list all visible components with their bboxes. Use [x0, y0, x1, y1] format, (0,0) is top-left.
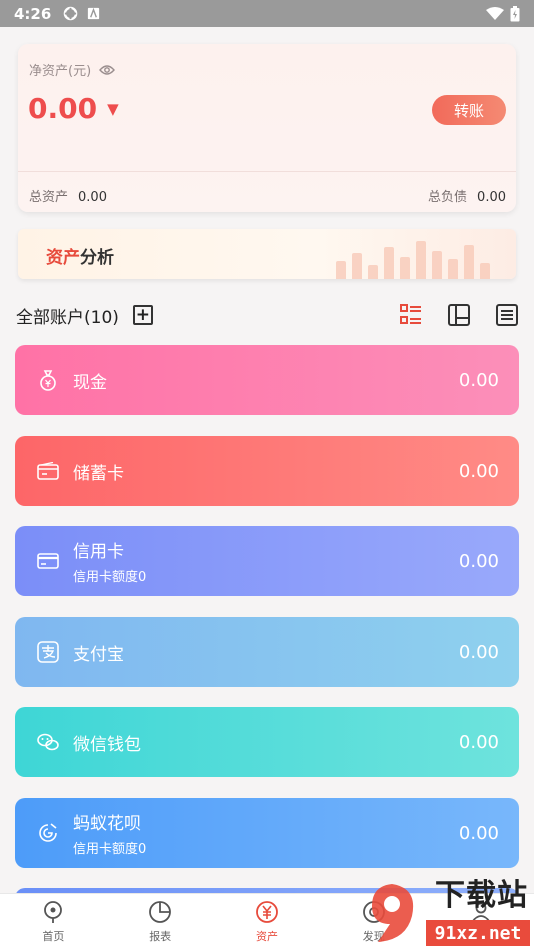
net-assets-label: 净资产(元) [29, 64, 92, 79]
account-names: 信用卡 信用卡额度0 [73, 537, 146, 585]
detail-view-icon[interactable] [496, 304, 518, 326]
yuan-icon [256, 901, 278, 923]
account-amount: 0.00 [458, 460, 499, 482]
nav-assets[interactable]: 资产 [214, 894, 321, 950]
watermark-url: 91xz.net [426, 920, 530, 946]
keyboard-status-icon [88, 7, 100, 20]
money-bag-icon [37, 369, 59, 391]
watermark-text: 下载站 [435, 878, 528, 913]
account-card-credit[interactable]: 信用卡 信用卡额度0 0.00 [15, 526, 519, 596]
account-name: 现金 [73, 372, 107, 393]
list-view-icon[interactable] [400, 304, 422, 326]
account-names: 蚂蚁花呗 信用卡额度0 [73, 809, 146, 857]
net-assets-value-row: 0.00 ▼ [28, 92, 119, 125]
assets-screen: 净资产(元) 0.00 ▼ 转账 总资产 0.00 总负债 0.00 资产分析 全部… [0, 27, 534, 950]
pie-chart-icon [149, 901, 172, 923]
site-watermark: 下载站 91xz.net [354, 878, 534, 950]
wifi-icon [486, 6, 504, 20]
card-view-icon[interactable] [448, 304, 470, 326]
account-card-huabei[interactable]: 蚂蚁花呗 信用卡额度0 0.00 [15, 798, 519, 868]
credit-card-icon [37, 550, 59, 572]
status-time: 4:26 [14, 4, 52, 23]
nav-reports-label: 报表 [149, 930, 172, 943]
account-name: 信用卡 [73, 542, 124, 562]
account-card-debit[interactable]: 储蓄卡 0.00 [15, 436, 519, 506]
account-card-cash[interactable]: 现金 0.00 [15, 345, 519, 415]
total-assets-value: 0.00 [78, 190, 107, 205]
transfer-button[interactable]: 转账 [432, 95, 506, 125]
total-debt-value: 0.00 [477, 190, 506, 205]
account-amount: 0.00 [458, 369, 499, 391]
nav-assets-label: 资产 [255, 930, 278, 943]
battery-icon [510, 5, 520, 21]
account-credit-limit: 信用卡额度0 [73, 570, 147, 585]
account-name: 储蓄卡 [73, 463, 124, 484]
wallet-card-icon [37, 460, 59, 482]
account-amount: 0.00 [458, 641, 499, 663]
account-card-alipay[interactable]: 支付宝 0.00 [15, 617, 519, 687]
account-names: 微信钱包 [73, 730, 141, 755]
nav-reports[interactable]: 报表 [107, 894, 214, 950]
account-name: 蚂蚁花呗 [73, 814, 141, 834]
account-name: 支付宝 [73, 644, 124, 665]
accounts-header: 全部账户(10) + [16, 301, 518, 329]
home-icon [44, 901, 63, 923]
total-debt: 总负债 0.00 [428, 186, 506, 205]
eye-icon[interactable] [99, 64, 116, 76]
banner-label-analysis: 分析 [80, 248, 114, 268]
alipay-icon [37, 641, 59, 663]
banner-label: 资产分析 [46, 243, 114, 268]
total-debt-label: 总负债 [428, 190, 468, 205]
dropdown-triangle-icon[interactable]: ▼ [107, 100, 119, 118]
huabei-icon [37, 822, 59, 844]
view-mode-switcher [400, 304, 518, 326]
banner-label-assets: 资产 [46, 248, 80, 268]
account-names: 现金 [73, 368, 107, 393]
account-names: 储蓄卡 [73, 459, 124, 484]
account-amount: 0.00 [458, 550, 499, 572]
settings-status-icon [64, 6, 78, 21]
nav-home-label: 首页 [42, 930, 65, 943]
net-assets-card: 净资产(元) 0.00 ▼ 转账 总资产 0.00 总负债 0.00 [18, 44, 516, 212]
watermark-logo-icon [372, 884, 414, 942]
add-account-icon[interactable]: + [132, 305, 153, 325]
banner-bars-decoration [336, 237, 490, 279]
accounts-title: 全部账户(10) [16, 307, 119, 328]
nav-home[interactable]: 首页 [0, 894, 107, 950]
account-card-wechat[interactable]: 微信钱包 0.00 [15, 707, 519, 777]
account-amount: 0.00 [458, 822, 499, 844]
total-assets-label: 总资产 [29, 190, 69, 205]
status-right [486, 5, 520, 22]
net-assets-title: 净资产(元) [29, 60, 116, 79]
net-assets-value: 0.00 [28, 92, 98, 125]
wechat-icon [37, 731, 59, 753]
account-amount: 0.00 [458, 731, 499, 753]
account-names: 支付宝 [73, 640, 124, 665]
divider [18, 171, 516, 172]
account-credit-limit: 信用卡额度0 [73, 842, 147, 857]
total-assets: 总资产 0.00 [29, 186, 107, 205]
status-bar: 4:26 [0, 0, 534, 27]
account-name: 微信钱包 [73, 734, 141, 755]
asset-analysis-banner[interactable]: 资产分析 [18, 229, 516, 279]
